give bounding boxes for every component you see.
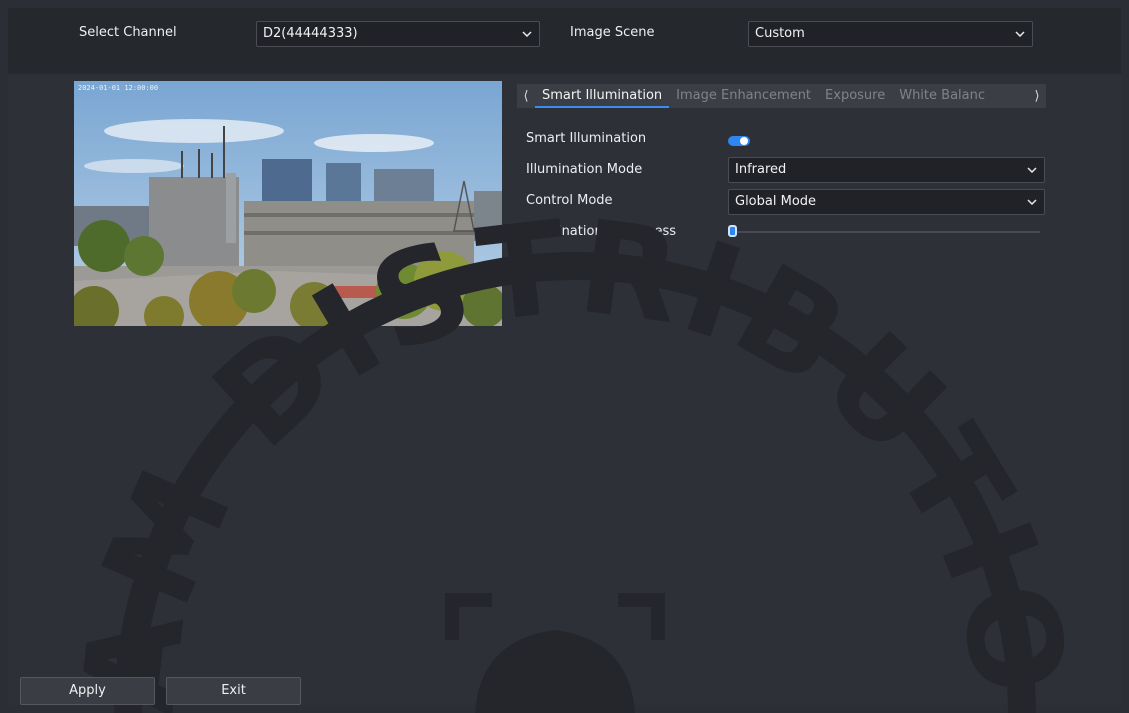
smart-illumination-label: Smart Illumination	[526, 131, 647, 146]
channel-value: D2(44444333)	[263, 26, 358, 41]
illumination-mode-dropdown[interactable]: Infrared	[728, 157, 1045, 183]
camera-image	[74, 81, 502, 326]
chevron-down-icon	[1026, 158, 1038, 182]
tab-white-balance[interactable]: White Balanc	[892, 84, 992, 108]
toggle-knob	[740, 137, 748, 145]
settings-tabs: ⟨ Smart Illumination Image Enhancement E…	[517, 84, 1046, 108]
tab-image-enhancement[interactable]: Image Enhancement	[669, 84, 818, 108]
tab-list: Smart Illumination Image Enhancement Exp…	[535, 84, 1028, 108]
tab-smart-illumination[interactable]: Smart Illumination	[535, 84, 670, 108]
brightness-slider-track[interactable]	[732, 231, 1040, 233]
brightness-slider-handle[interactable]	[728, 225, 737, 237]
control-mode-label: Control Mode	[526, 193, 613, 208]
tab-next-arrow-icon[interactable]: ⟩	[1028, 89, 1046, 104]
image-scene-dropdown[interactable]: Custom	[748, 21, 1033, 47]
select-channel-label: Select Channel	[79, 25, 177, 40]
illumination-brightness-label: Illumination Brightness	[526, 224, 677, 239]
tab-exposure[interactable]: Exposure	[818, 84, 892, 108]
smart-illumination-toggle[interactable]	[728, 136, 750, 146]
tab-prev-arrow-icon[interactable]: ⟨	[517, 89, 535, 104]
exit-button[interactable]: Exit	[166, 677, 301, 705]
channel-dropdown[interactable]: D2(44444333)	[256, 21, 540, 47]
chevron-down-icon	[1014, 22, 1026, 46]
chevron-down-icon	[521, 22, 533, 46]
image-scene-label: Image Scene	[570, 25, 655, 40]
control-mode-value: Global Mode	[735, 194, 817, 209]
chevron-down-icon	[1026, 190, 1038, 214]
live-preview: 2024-01-01 12:00:00	[74, 81, 502, 326]
apply-button[interactable]: Apply	[20, 677, 155, 705]
control-mode-dropdown[interactable]: Global Mode	[728, 189, 1045, 215]
osd-timestamp: 2024-01-01 12:00:00	[78, 84, 159, 92]
illumination-mode-label: Illumination Mode	[526, 162, 643, 177]
image-scene-value: Custom	[755, 26, 805, 41]
illumination-mode-value: Infrared	[735, 162, 787, 177]
